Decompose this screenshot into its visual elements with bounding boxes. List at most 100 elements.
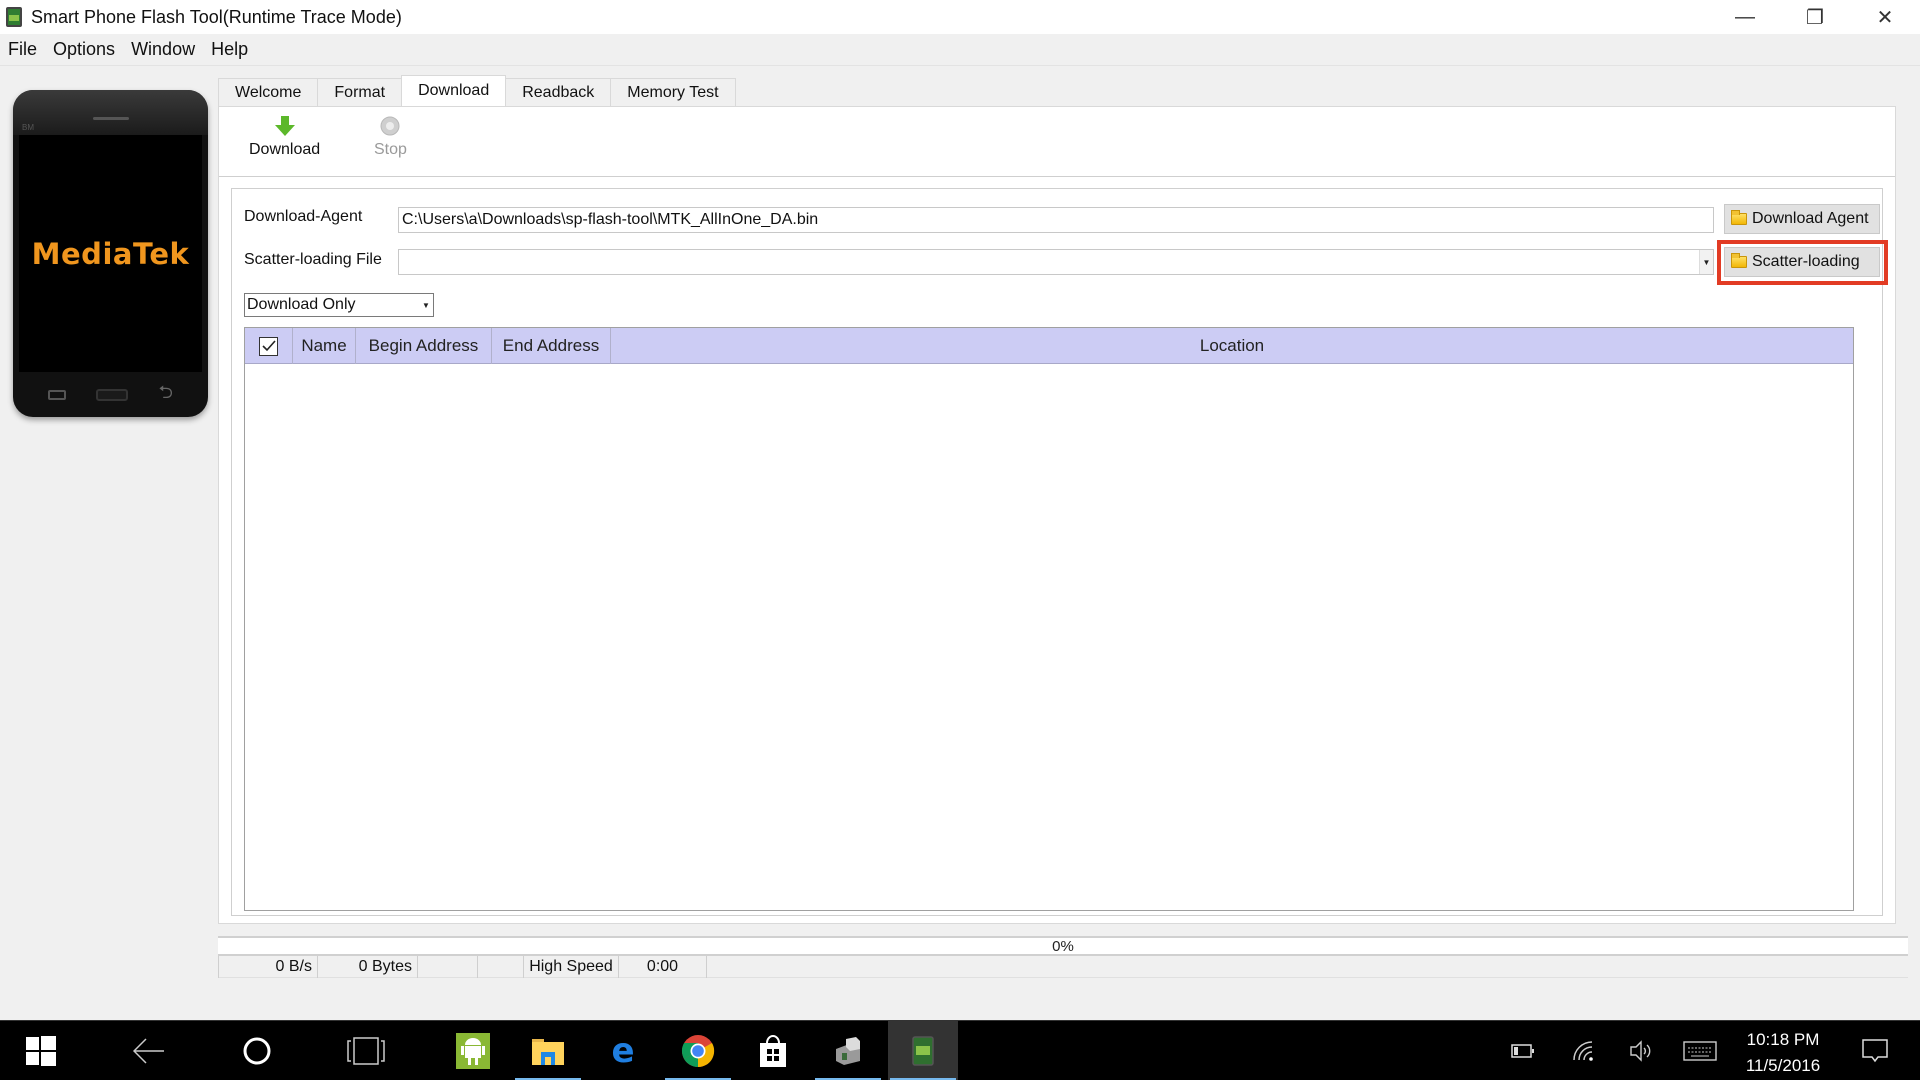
toolbar: Download Stop bbox=[219, 107, 1895, 177]
restore-button[interactable]: ❐ bbox=[1780, 0, 1850, 34]
down-arrow-icon bbox=[274, 116, 295, 136]
highlight-box bbox=[1717, 240, 1888, 285]
store-icon bbox=[760, 1035, 786, 1067]
table-header: Name Begin Address End Address Location bbox=[245, 328, 1853, 364]
tab-memory-test[interactable]: Memory Test bbox=[610, 78, 736, 106]
clock[interactable]: 10:18 PM 11/5/2016 bbox=[1728, 1027, 1838, 1079]
task-view-icon bbox=[347, 1037, 385, 1065]
android-icon bbox=[456, 1033, 490, 1069]
phone-menu-icon bbox=[48, 389, 67, 400]
menu-file[interactable]: File bbox=[0, 39, 45, 60]
download-mode-select[interactable]: Download Only ▼ bbox=[244, 293, 434, 317]
tab-readback[interactable]: Readback bbox=[505, 78, 612, 106]
download-agent-label: Download-Agent bbox=[244, 208, 363, 225]
folder-icon bbox=[1731, 210, 1747, 225]
partition-table: Name Begin Address End Address Location bbox=[244, 327, 1854, 911]
svg-text:e: e bbox=[611, 1035, 634, 1067]
chrome-icon bbox=[681, 1035, 715, 1068]
progress-bar: 0% bbox=[218, 936, 1908, 956]
back-arrow-icon bbox=[133, 1038, 164, 1064]
status-time: 0:00 bbox=[619, 956, 707, 978]
taskbar-file-explorer[interactable] bbox=[513, 1021, 583, 1080]
phone-buttons: ⮌ bbox=[13, 372, 208, 417]
folder-icon bbox=[532, 1039, 564, 1065]
menu-options[interactable]: Options bbox=[45, 39, 123, 60]
mediatek-logo: MediaTek bbox=[31, 236, 190, 271]
download-agent-button-label: Download Agent bbox=[1752, 210, 1869, 227]
download-mode-value: Download Only bbox=[247, 296, 356, 313]
status-connection: High Speed bbox=[524, 956, 619, 978]
scatter-file-combo[interactable]: ▼ bbox=[398, 249, 1714, 275]
table-body bbox=[245, 364, 1853, 910]
volume-indicator[interactable] bbox=[1624, 1021, 1660, 1080]
stop-label: Stop bbox=[374, 141, 407, 158]
flash-tool-icon bbox=[912, 1036, 934, 1066]
phone-screen: MediaTek bbox=[19, 135, 202, 372]
cortana-icon bbox=[243, 1037, 271, 1065]
keyboard-icon bbox=[1683, 1041, 1717, 1061]
column-header-begin-address[interactable]: Begin Address bbox=[356, 328, 492, 364]
minimize-button[interactable]: — bbox=[1710, 0, 1780, 34]
tab-download[interactable]: Download bbox=[401, 75, 507, 106]
download-agent-field[interactable] bbox=[398, 207, 1714, 233]
menu-window[interactable]: Window bbox=[123, 39, 203, 60]
close-button[interactable]: ✕ bbox=[1850, 0, 1920, 34]
phone-top bbox=[13, 90, 208, 135]
clock-date: 11/5/2016 bbox=[1745, 1056, 1821, 1075]
window-controls: — ❐ ✕ bbox=[1710, 0, 1920, 34]
touch-keyboard-button[interactable] bbox=[1680, 1021, 1720, 1080]
select-all-checkbox[interactable] bbox=[259, 336, 278, 356]
taskbar-store[interactable] bbox=[738, 1021, 808, 1080]
download-button[interactable]: Download bbox=[249, 115, 320, 159]
column-header-name[interactable]: Name bbox=[293, 328, 356, 364]
phone-speaker bbox=[93, 117, 129, 120]
menu-bar: File Options Window Help bbox=[0, 34, 1920, 66]
window-title: Smart Phone Flash Tool(Runtime Trace Mod… bbox=[31, 6, 402, 27]
action-center-button[interactable] bbox=[1855, 1021, 1895, 1080]
chevron-down-icon[interactable]: ▼ bbox=[419, 294, 433, 316]
windows-logo-icon bbox=[26, 1036, 56, 1066]
status-cell-4 bbox=[478, 956, 524, 978]
download-settings-group: Download-Agent Download Agent Scatter-lo… bbox=[231, 188, 1888, 916]
scatter-file-label: Scatter-loading File bbox=[244, 251, 382, 268]
edge-icon: e bbox=[611, 1035, 634, 1067]
taskbar-flash-tool-2[interactable] bbox=[813, 1021, 883, 1080]
notification-icon bbox=[1862, 1039, 1888, 1063]
column-header-end-address[interactable]: End Address bbox=[492, 328, 611, 364]
taskbar-edge[interactable]: e bbox=[588, 1021, 658, 1080]
phone-carrier-label: BM bbox=[22, 123, 34, 132]
task-view-button[interactable] bbox=[331, 1021, 401, 1080]
stop-button[interactable]: Stop bbox=[374, 115, 407, 159]
status-bar: 0 B/s 0 Bytes High Speed 0:00 bbox=[218, 956, 1908, 978]
taskbar-chrome[interactable] bbox=[663, 1021, 733, 1080]
taskbar-smart-phone-flash-tool[interactable] bbox=[888, 1021, 958, 1080]
download-label: Download bbox=[249, 141, 321, 158]
tab-format[interactable]: Format bbox=[317, 78, 403, 106]
status-bytes: 0 Bytes bbox=[318, 956, 418, 978]
download-agent-button[interactable]: Download Agent bbox=[1724, 204, 1880, 234]
checkmark-icon bbox=[261, 340, 276, 352]
stop-icon bbox=[380, 116, 400, 136]
taskbar: e 10:18 PM 11/5/2016 bbox=[0, 1020, 1920, 1080]
volume-icon bbox=[1630, 1040, 1651, 1062]
title-bar: Smart Phone Flash Tool(Runtime Trace Mod… bbox=[0, 0, 1920, 34]
progress-label: 0% bbox=[1052, 938, 1074, 955]
battery-icon bbox=[1511, 1044, 1534, 1058]
battery-indicator[interactable] bbox=[1505, 1021, 1541, 1080]
status-speed: 0 B/s bbox=[218, 956, 318, 978]
status-cell-3 bbox=[418, 956, 478, 978]
clock-time: 10:18 PM bbox=[1746, 1030, 1820, 1049]
network-indicator[interactable] bbox=[1565, 1021, 1601, 1080]
phone-back-icon: ⮌ bbox=[158, 381, 173, 402]
back-button[interactable] bbox=[114, 1021, 184, 1080]
tab-bar: Welcome Format Download Readback Memory … bbox=[218, 75, 736, 106]
cortana-button[interactable] bbox=[222, 1021, 292, 1080]
chevron-down-icon[interactable]: ▼ bbox=[1699, 250, 1713, 274]
tab-welcome[interactable]: Welcome bbox=[218, 78, 319, 106]
phone-illustration: BM MediaTek ⮌ bbox=[13, 90, 208, 417]
menu-help[interactable]: Help bbox=[203, 39, 256, 60]
column-header-location[interactable]: Location bbox=[611, 328, 1853, 364]
start-button[interactable] bbox=[6, 1021, 76, 1080]
taskbar-android-studio[interactable] bbox=[438, 1021, 508, 1080]
wifi-icon bbox=[1573, 1041, 1593, 1061]
